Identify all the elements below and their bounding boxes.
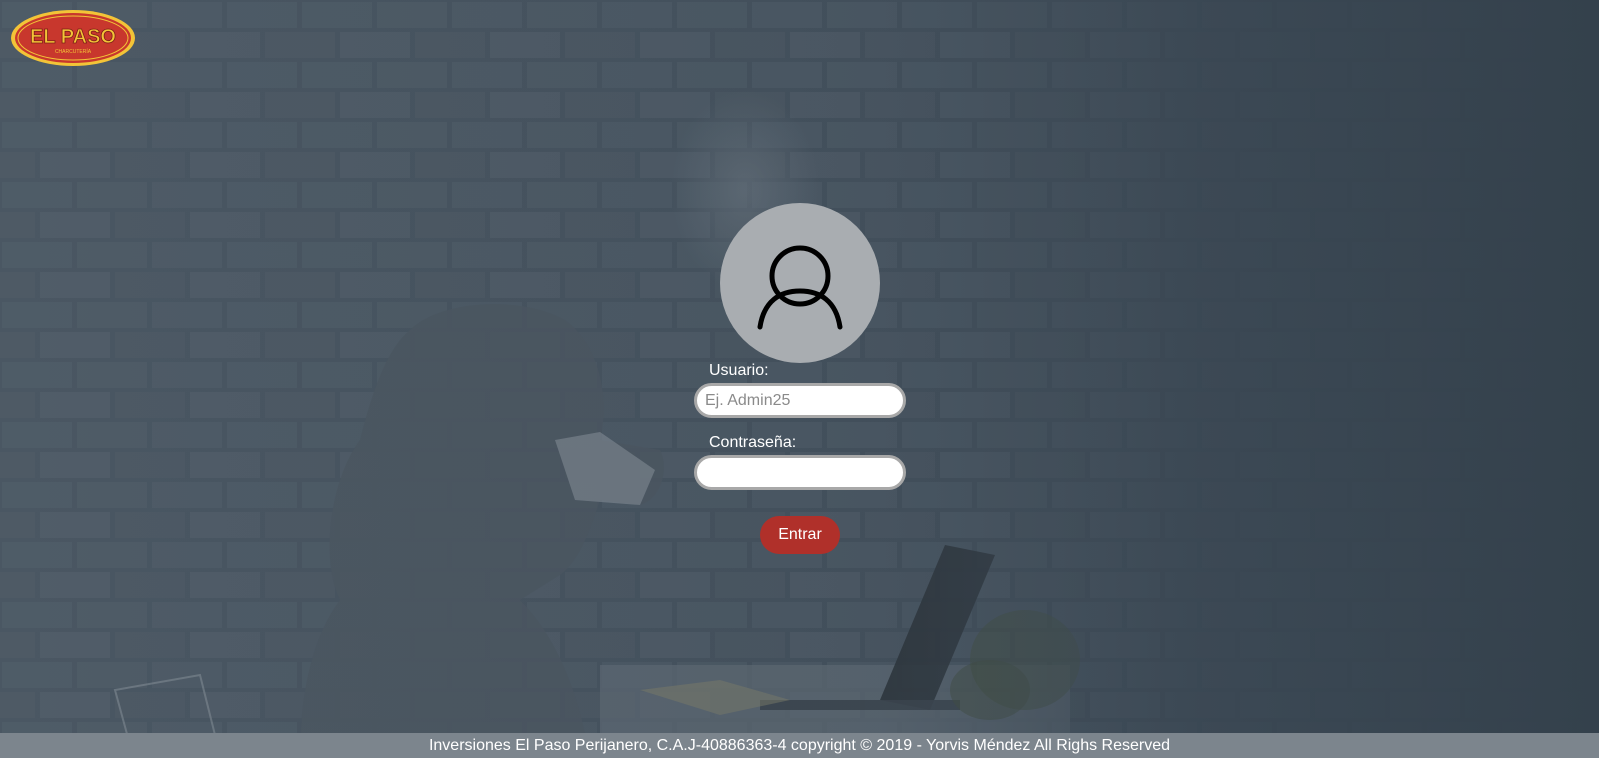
login-form: Usuario: Contraseña: Entrar [0, 0, 1599, 758]
user-icon [757, 245, 843, 330]
footer-bar: Inversiones El Paso Perijanero, C.A.J-40… [0, 733, 1599, 758]
password-input[interactable] [694, 455, 906, 490]
password-label: Contraseña: [709, 434, 797, 451]
avatar [720, 203, 880, 363]
username-label: Usuario: [709, 362, 769, 379]
copyright-text: Inversiones El Paso Perijanero, C.A.J-40… [428, 737, 1171, 754]
login-button[interactable]: Entrar [760, 516, 840, 554]
username-input[interactable] [694, 383, 906, 418]
